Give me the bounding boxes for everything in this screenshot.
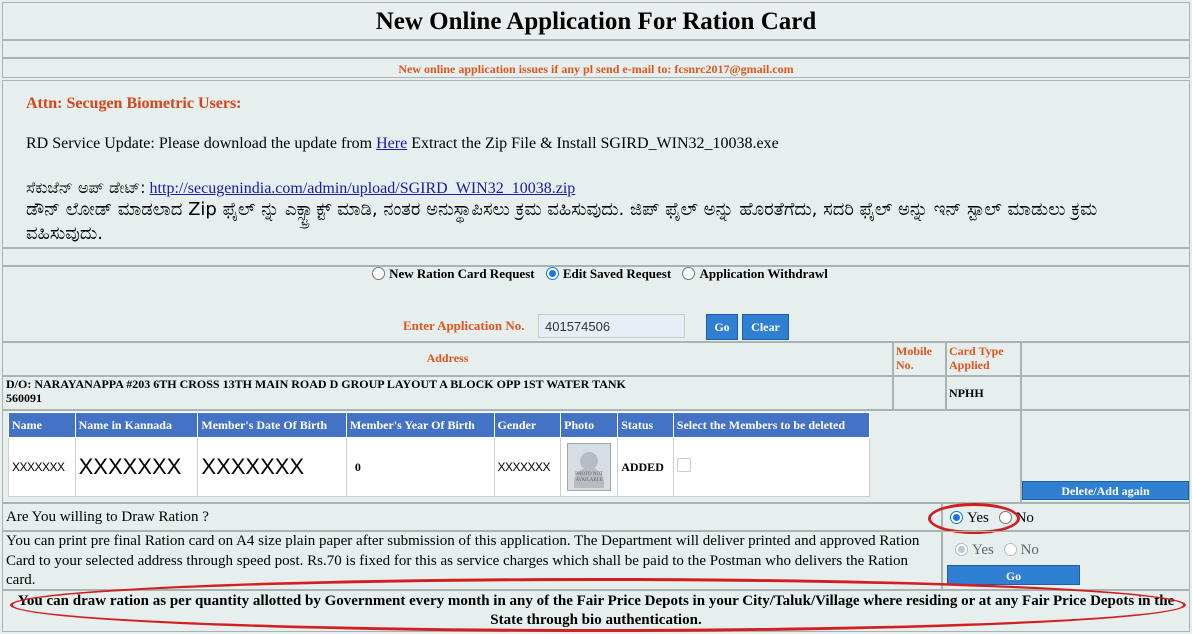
request-type-group: New Ration Card Request Edit Saved Reque… bbox=[2, 266, 1190, 282]
empty-header-cell bbox=[1021, 342, 1190, 376]
col-dob: Member's Date Of Birth bbox=[197, 412, 347, 438]
new-request-radio[interactable] bbox=[372, 267, 386, 280]
print-yes-label: Yes bbox=[972, 542, 994, 558]
member-name-kannada: XXXXXXX bbox=[74, 437, 199, 497]
go-button[interactable]: Go bbox=[706, 314, 738, 340]
member-photo-cell: PHOTO NOT AVAILABLE bbox=[560, 437, 619, 497]
card-type-value: NPHH bbox=[949, 386, 984, 400]
rd-service-line: RD Service Update: Please download the u… bbox=[26, 135, 779, 153]
title-bar: New Online Application For Ration Card bbox=[2, 2, 1190, 40]
card-type-header: Card Type Applied bbox=[949, 344, 1004, 372]
address-line-1: D/O: NARAYANAPPA #203 6TH CROSS 13TH MAI… bbox=[6, 377, 626, 391]
page: { "header": { "title": "New Online Appli… bbox=[0, 0, 1192, 634]
footer-highlight-annotation bbox=[10, 578, 1186, 632]
kannada-update-line: ಸೆಕುಜೆನ್ ಅಪ್ ಡೇಟ್: http://secugenindia.c… bbox=[26, 178, 575, 198]
withdraw-radio[interactable] bbox=[682, 267, 696, 280]
print-no-radio[interactable] bbox=[1003, 543, 1017, 556]
delete-add-again-button[interactable]: Delete/Add again bbox=[1022, 481, 1189, 500]
card-type-header-cell: Card Type Applied bbox=[946, 342, 1021, 376]
yes-highlight-annotation bbox=[928, 503, 1020, 534]
attn-heading: Attn: Secugen Biometric Users: bbox=[26, 95, 242, 112]
spacer-row bbox=[2, 40, 1190, 58]
email-notice: New online application issues if any pl … bbox=[2, 58, 1190, 78]
edit-request-label: Edit Saved Request bbox=[562, 266, 672, 281]
member-dob: XXXXXXX bbox=[197, 437, 347, 497]
rd-prefix: RD Service Update: Please download the u… bbox=[26, 135, 373, 152]
member-select-cell bbox=[672, 437, 871, 497]
members-table-wrap: Name Name in Kannada Member's Date Of Bi… bbox=[8, 412, 871, 497]
address-line-2: 560091 bbox=[6, 391, 42, 405]
col-name-kannada: Name in Kannada bbox=[74, 412, 199, 438]
secugen-download-link[interactable]: http://secugenindia.com/admin/upload/SGI… bbox=[150, 180, 576, 197]
col-status: Status bbox=[617, 412, 674, 438]
address-value: D/O: NARAYANAPPA #203 6TH CROSS 13TH MAI… bbox=[6, 377, 626, 405]
application-number-input[interactable] bbox=[538, 314, 685, 338]
col-select-delete: Select the Members to be deleted bbox=[672, 412, 871, 438]
withdraw-label: Application Withdrawl bbox=[699, 266, 828, 281]
card-type-cell: NPHH bbox=[946, 376, 1021, 410]
mobile-cell bbox=[893, 376, 946, 410]
page-title: New Online Application For Ration Card bbox=[375, 8, 817, 35]
member-status: ADDED bbox=[617, 437, 674, 497]
draw-ration-question: Are You willing to Draw Ration ? bbox=[6, 509, 209, 525]
address-header: Address bbox=[426, 351, 469, 365]
col-yob: Member's Year Of Birth bbox=[345, 412, 495, 438]
col-gender: Gender bbox=[493, 412, 562, 438]
edit-request-radio[interactable] bbox=[545, 267, 559, 280]
col-name: Name bbox=[8, 412, 76, 438]
delete-member-checkbox[interactable] bbox=[676, 458, 691, 472]
print-go-button[interactable]: Go bbox=[947, 565, 1080, 585]
print-card-options: Yes No bbox=[955, 542, 1039, 559]
member-gender: XXXXXXX bbox=[493, 437, 562, 497]
rd-suffix: Extract the Zip File & Install SGIRD_WIN… bbox=[411, 135, 779, 152]
mobile-header-cell: Mobile No. bbox=[893, 342, 946, 376]
photo-placeholder-text: PHOTO NOT AVAILABLE bbox=[575, 472, 604, 483]
members-table: Name Name in Kannada Member's Date Of Bi… bbox=[8, 412, 871, 497]
print-yes-radio[interactable] bbox=[955, 543, 968, 556]
table-row: XXXXXXX XXXXXXX XXXXXXX 0 XXXXXXX PHOTO … bbox=[8, 437, 871, 497]
kannada-update-label: ಸೆಕುಜೆನ್ ಅಪ್ ಡೇಟ್: bbox=[26, 178, 146, 197]
empty-address-cell bbox=[1021, 376, 1190, 410]
address-header-cell: Address bbox=[2, 342, 893, 376]
avatar: PHOTO NOT AVAILABLE bbox=[567, 443, 612, 491]
download-here-link[interactable]: Here bbox=[376, 135, 407, 152]
member-name: XXXXXXX bbox=[8, 437, 76, 497]
members-header-row: Name Name in Kannada Member's Date Of Bi… bbox=[8, 412, 871, 438]
col-photo: Photo bbox=[560, 412, 619, 438]
new-request-label: New Ration Card Request bbox=[389, 266, 535, 281]
application-number-label: Enter Application No. bbox=[403, 318, 525, 333]
spacer-row-2 bbox=[2, 248, 1190, 266]
print-no-label: No bbox=[1020, 542, 1039, 558]
kannada-instructions: ಡೌನ್ ಲೋಡ್ ಮಾಡಲಾದ Zip ಫೈಲ್ ನ್ನು ಎಕ್ಸ್ಟ್ರಾ… bbox=[26, 199, 1098, 244]
clear-button[interactable]: Clear bbox=[742, 314, 789, 340]
member-yob: 0 bbox=[345, 437, 495, 497]
mobile-header: Mobile No. bbox=[896, 344, 932, 372]
